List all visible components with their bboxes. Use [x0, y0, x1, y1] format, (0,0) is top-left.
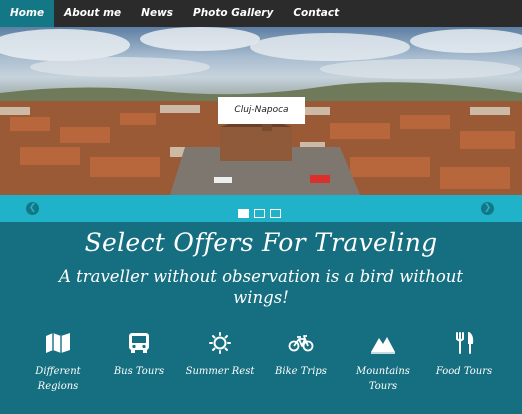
slide-indicators: [238, 209, 281, 218]
feature-label: Food Tours: [435, 366, 493, 377]
nav-item-contact[interactable]: Contact: [283, 0, 349, 27]
nav-item-about[interactable]: About me: [54, 0, 131, 27]
cutlery-icon: [456, 332, 474, 354]
chevron-left-icon[interactable]: ❮: [26, 202, 39, 215]
hero-slide-image: Cluj-Napoca: [0, 27, 522, 195]
feature-label: Different Regions: [35, 366, 81, 392]
bus-icon: [129, 333, 149, 353]
feature-label: Bike Trips: [275, 366, 327, 377]
page-headline: Select Offers For Traveling: [84, 228, 438, 257]
feature-label: Mountains Tours: [356, 366, 410, 392]
feature-bike-trips[interactable]: Bike Trips: [260, 332, 342, 379]
feature-different-regions[interactable]: Different Regions: [17, 332, 99, 394]
top-nav: Home About me News Photo Gallery Contact: [0, 0, 522, 27]
features-row: Different Regions Bus Tours Summer Rest: [0, 332, 522, 412]
nav-item-home[interactable]: Home: [0, 0, 55, 27]
feature-label: Summer Rest: [185, 366, 255, 377]
feature-mountains-tours[interactable]: Mountains Tours: [342, 332, 424, 394]
chevron-right-icon[interactable]: ❯: [481, 202, 494, 215]
feature-bus-tours[interactable]: Bus Tours: [98, 332, 180, 379]
map-icon: [46, 333, 70, 353]
bicycle-icon: [288, 335, 314, 352]
page-tagline: A traveller without observation is a bir…: [58, 267, 464, 307]
mountain-icon: [371, 337, 395, 354]
slide-dot-2[interactable]: [254, 209, 265, 218]
city-caption: Cluj-Napoca: [218, 97, 305, 124]
feature-food-tours[interactable]: Food Tours: [423, 332, 505, 379]
slide-dot-1[interactable]: [238, 209, 249, 218]
nav-item-photo-gallery[interactable]: Photo Gallery: [183, 0, 283, 27]
sun-icon: [209, 332, 231, 354]
feature-summer-rest[interactable]: Summer Rest: [179, 332, 261, 379]
slide-dot-3[interactable]: [270, 209, 281, 218]
feature-label: Bus Tours: [113, 366, 165, 377]
nav-item-news[interactable]: News: [131, 0, 183, 27]
